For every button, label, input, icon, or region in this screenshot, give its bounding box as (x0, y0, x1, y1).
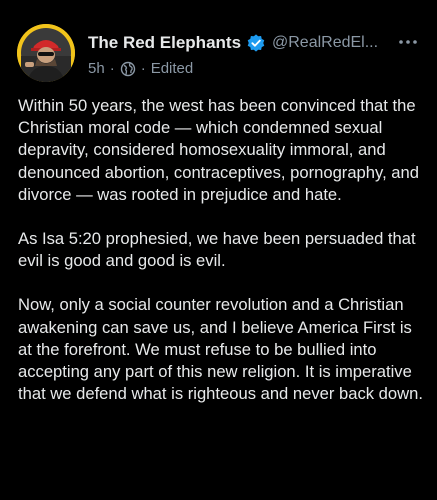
globe-icon (120, 61, 135, 76)
author-name[interactable]: The Red Elephants (88, 33, 241, 53)
post-paragraph: As Isa 5:20 prophesied, we have been per… (18, 229, 416, 271)
post-paragraph: Within 50 years, the west has been convi… (18, 96, 419, 204)
avatar[interactable] (17, 24, 75, 82)
avatar-image (17, 24, 75, 82)
post-body: Within 50 years, the west has been convi… (18, 95, 423, 405)
post-paragraph: Now, only a social counter revolution an… (18, 295, 423, 404)
post-card: The Red Elephants @RealRedEl... 5h · · E… (0, 0, 437, 500)
author-handle[interactable]: @RealRedEl... (272, 34, 384, 52)
post-time[interactable]: 5h (88, 60, 105, 77)
more-dots-icon[interactable] (398, 34, 418, 50)
meta-separator: · (109, 60, 115, 77)
edited-label[interactable]: Edited (151, 60, 194, 77)
meta-separator: · (140, 60, 146, 77)
verified-badge-icon (247, 34, 265, 52)
post-meta: 5h · · Edited (88, 60, 193, 77)
